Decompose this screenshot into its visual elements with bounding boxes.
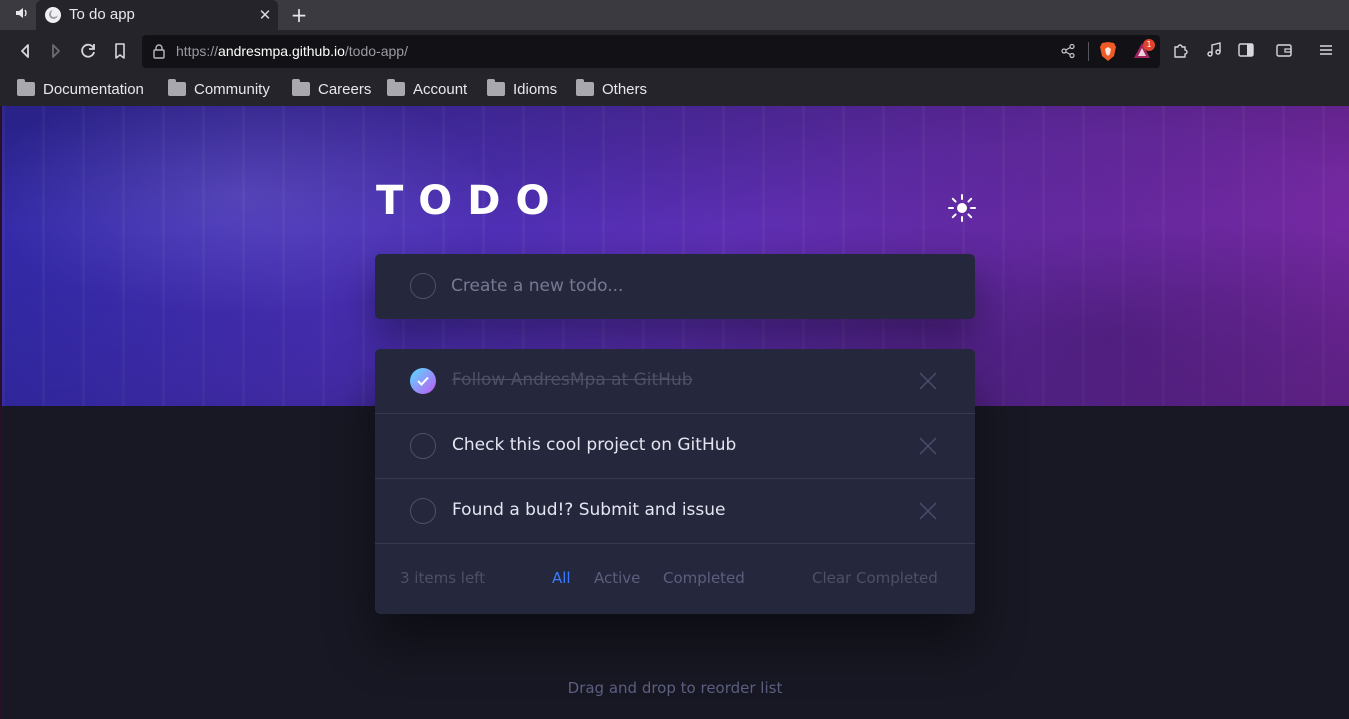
todo-check-circle[interactable] — [410, 498, 436, 524]
reload-icon[interactable] — [76, 39, 100, 63]
bookmark-folder-idioms[interactable]: Idioms — [487, 78, 557, 100]
bookmark-folder-documentation[interactable]: Documentation — [17, 78, 144, 100]
bookmark-label: Others — [602, 80, 648, 98]
bookmark-icon[interactable] — [108, 39, 132, 63]
todo-item[interactable]: Follow AndresMpa at GitHub — [375, 349, 975, 414]
todo-text: Found a bud!? Submit and issue — [452, 500, 726, 520]
browser-toolbar: https://andresmpa.github.io/todo-app/ 1 — [0, 30, 1349, 72]
url-path: /todo-app/ — [344, 43, 408, 59]
todo-text: Check this cool project on GitHub — [452, 435, 737, 455]
todo-item[interactable]: Found a bud!? Submit and issue — [375, 479, 975, 544]
music-note-icon[interactable] — [1205, 41, 1223, 63]
folder-icon — [387, 79, 405, 96]
todo-item[interactable]: Check this cool project on GitHub — [375, 414, 975, 479]
url-text[interactable]: https://andresmpa.github.io/todo-app/ — [176, 43, 408, 59]
folder-icon — [17, 79, 35, 96]
tab-close-icon[interactable]: ✕ — [256, 5, 274, 25]
back-arrow-icon[interactable] — [13, 39, 37, 63]
clear-completed-button[interactable]: Clear Completed — [812, 569, 938, 587]
todo-text: Follow AndresMpa at GitHub — [452, 370, 693, 390]
brave-shields-icon[interactable] — [1098, 41, 1118, 67]
reorder-hint: Drag and drop to reorder list — [567, 679, 783, 697]
filter-active[interactable]: Active — [594, 569, 640, 587]
lock-icon[interactable] — [152, 43, 166, 63]
hamburger-menu-icon[interactable] — [1317, 41, 1335, 63]
url-divider — [1088, 42, 1089, 61]
puzzle-icon[interactable] — [1172, 41, 1190, 63]
browser-tab-active[interactable]: To do app ✕ — [36, 0, 278, 30]
bookmark-label: Documentation — [43, 80, 144, 98]
browser-tab-bar: To do app ✕ + — [0, 0, 1349, 30]
bookmark-label: Careers — [318, 80, 372, 98]
checkmark-icon — [417, 376, 429, 386]
todo-footer: 3 items left All Active Completed Clear … — [375, 545, 975, 614]
bookmark-label: Community — [194, 80, 270, 98]
bookmarks-bar: Documentation Community Careers Account … — [0, 72, 1349, 106]
tab-title: To do app — [69, 6, 135, 23]
app-title: TODO — [376, 178, 565, 224]
tab-favicon-icon — [45, 7, 61, 23]
items-left-count: 3 items left — [400, 569, 486, 587]
speaker-icon[interactable] — [12, 6, 32, 24]
delete-x-icon[interactable] — [918, 436, 938, 456]
filter-all[interactable]: All — [552, 569, 571, 587]
todo-check-circle-checked[interactable] — [410, 368, 436, 394]
forward-arrow-icon[interactable] — [44, 39, 68, 63]
folder-icon — [487, 79, 505, 96]
folder-icon — [576, 79, 594, 96]
bookmark-folder-others[interactable]: Others — [576, 78, 647, 100]
address-bar[interactable]: https://andresmpa.github.io/todo-app/ 1 — [142, 35, 1160, 68]
url-scheme: https:// — [176, 43, 219, 59]
new-todo-card — [375, 254, 975, 319]
bookmark-folder-careers[interactable]: Careers — [292, 78, 371, 100]
new-todo-check-circle[interactable] — [410, 273, 436, 299]
rewards-badge: 1 — [1143, 39, 1155, 51]
new-tab-button[interactable]: + — [288, 4, 310, 26]
sun-icon[interactable] — [947, 193, 977, 223]
url-host: andresmpa.github.io — [218, 43, 345, 59]
folder-icon — [168, 79, 186, 96]
share-icon[interactable] — [1060, 43, 1076, 63]
wallet-icon[interactable] — [1275, 41, 1293, 63]
bookmark-folder-account[interactable]: Account — [387, 78, 467, 100]
bookmark-label: Account — [413, 80, 468, 98]
delete-x-icon[interactable] — [918, 501, 938, 521]
new-todo-input[interactable] — [451, 272, 931, 300]
todo-list: Follow AndresMpa at GitHub Check this co… — [375, 349, 975, 614]
todo-check-circle[interactable] — [410, 433, 436, 459]
filter-completed[interactable]: Completed — [663, 569, 745, 587]
bookmark-folder-community[interactable]: Community — [168, 78, 270, 100]
delete-x-icon[interactable] — [918, 371, 938, 391]
sidebar-icon[interactable] — [1237, 41, 1255, 63]
folder-icon — [292, 79, 310, 96]
bookmark-label: Idioms — [513, 80, 558, 98]
